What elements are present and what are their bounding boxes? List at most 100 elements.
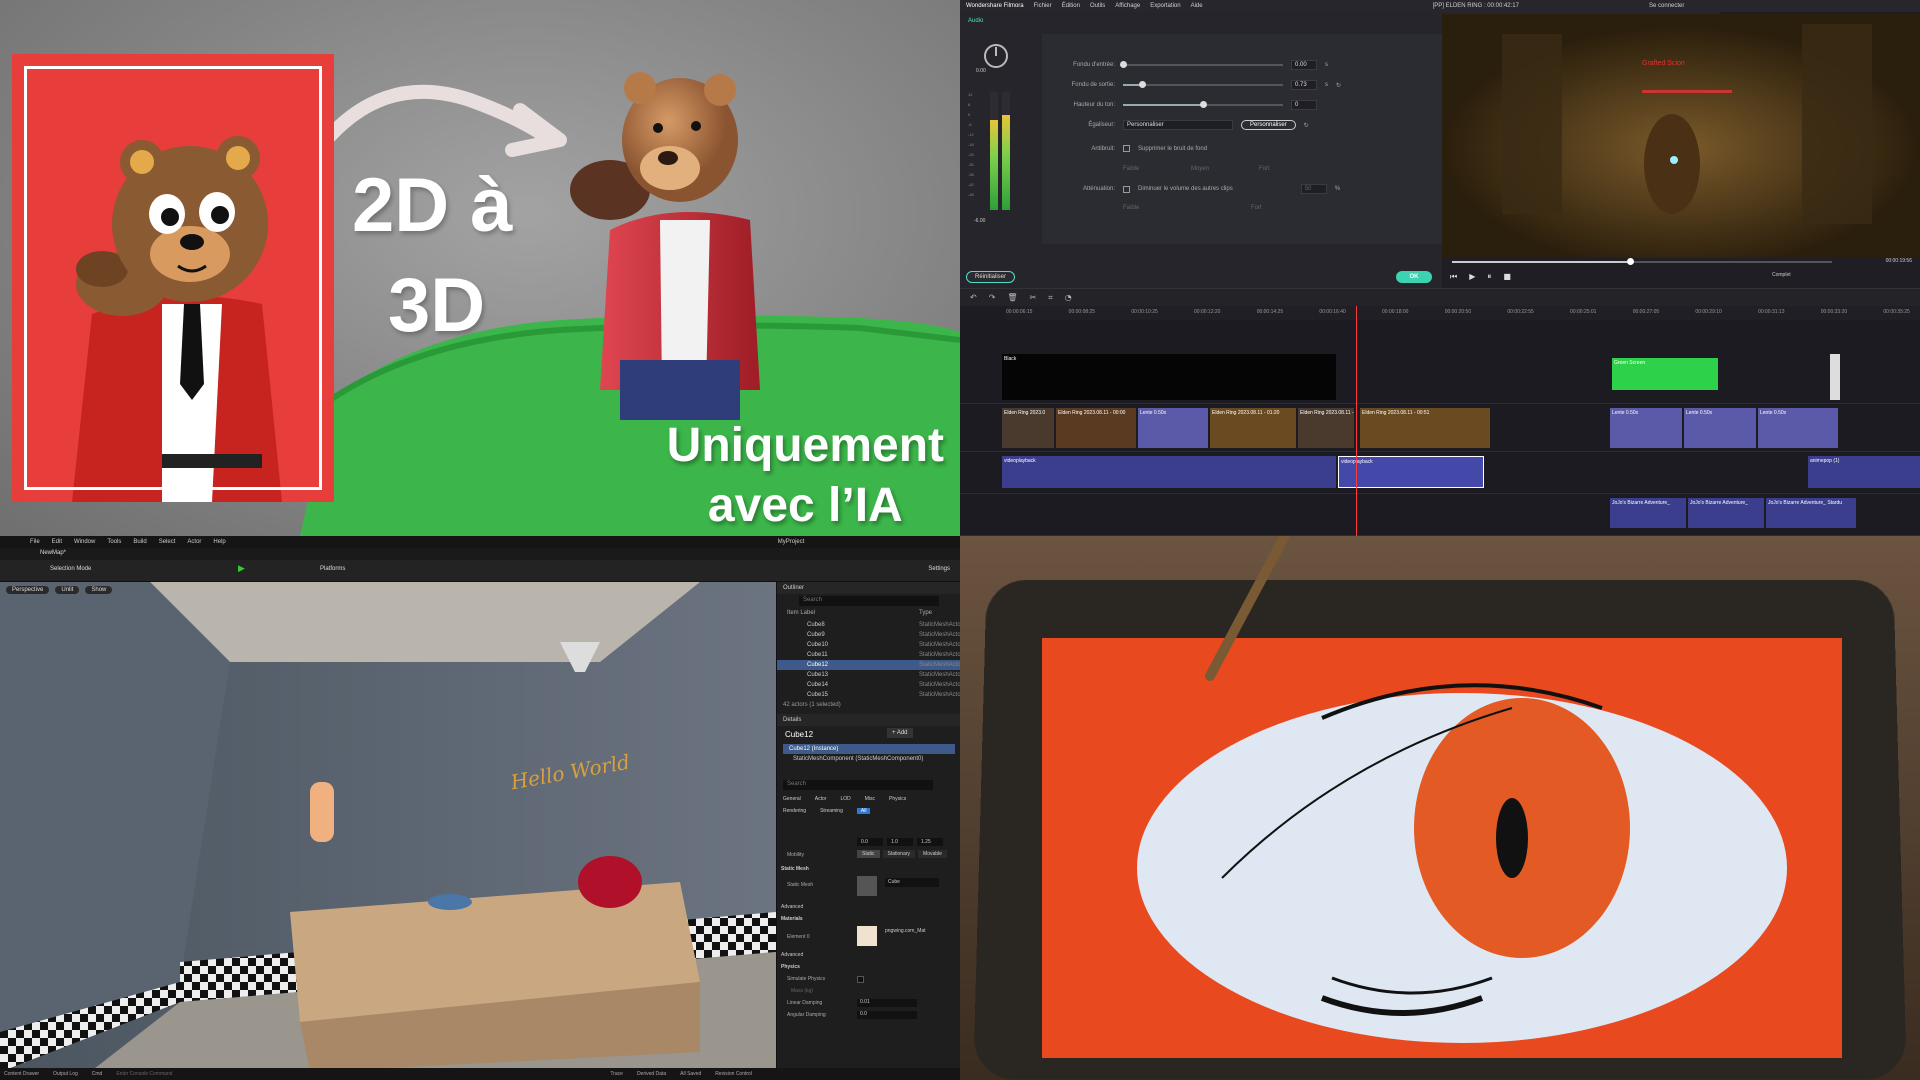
tab-general[interactable]: General <box>783 796 801 802</box>
add-component-button[interactable]: + Add <box>887 728 913 738</box>
section-physics[interactable]: Physics <box>781 964 800 970</box>
clip-video[interactable]: Elden Ring 2023.08.11 - 00:00 <box>1056 408 1136 448</box>
undo-icon[interactable]: ↶ <box>970 293 977 303</box>
clip-video[interactable]: Elden Ring 2023.0 <box>1002 408 1054 448</box>
menu-edit[interactable]: Edit <box>52 539 62 545</box>
static-mesh-select[interactable]: Cube <box>885 878 939 887</box>
scale-y[interactable]: 1.0 <box>887 838 913 846</box>
console-input[interactable]: Enter Console Command <box>116 1071 256 1077</box>
outliner-row[interactable]: Cube13 StaticMeshActor <box>777 670 960 680</box>
tab-actor[interactable]: Actor <box>815 796 827 802</box>
clip-video[interactable]: Lente 0.50x <box>1684 408 1756 448</box>
scale-x[interactable]: 0.0 <box>857 838 883 846</box>
cmd-select[interactable]: Cmd <box>92 1071 103 1077</box>
clip-video[interactable]: Lente 0.50x <box>1758 408 1838 448</box>
tab-lod[interactable]: LOD <box>840 796 850 802</box>
tab-misc[interactable]: Misc <box>865 796 875 802</box>
clip-green-screen[interactable]: Green Screen <box>1612 358 1718 390</box>
content-drawer-button[interactable]: Content Drawer <box>4 1071 39 1077</box>
timeline-playhead[interactable] <box>1356 306 1357 536</box>
play-icon[interactable]: ▶ <box>238 564 245 574</box>
preview-quality[interactable]: Complet <box>1772 272 1791 278</box>
prev-frame-icon[interactable]: ⏮ <box>1450 272 1457 282</box>
pitch-value[interactable]: 0 <box>1291 100 1317 110</box>
angular-damping-field[interactable]: 0.0 <box>857 1011 917 1019</box>
outliner-row-selected[interactable]: Cube12 StaticMeshActor <box>777 660 960 670</box>
mobility-static[interactable]: Static <box>857 850 880 858</box>
stop-icon[interactable]: ■ <box>1503 272 1511 282</box>
fade-out-slider[interactable] <box>1123 84 1283 86</box>
clip-video[interactable]: Elden Ring 2023.08.11 - 00:51 <box>1360 408 1490 448</box>
menu-help[interactable]: Help <box>213 539 225 545</box>
ducking-value[interactable]: 50 <box>1301 184 1327 194</box>
outliner-row[interactable]: Cube8 StaticMeshActor <box>777 620 960 630</box>
section-advanced2[interactable]: Advanced <box>781 952 803 958</box>
outliner-row[interactable]: Cube14 StaticMeshActor <box>777 680 960 690</box>
settings-menu[interactable]: Settings <box>928 566 950 572</box>
menu-file[interactable]: Fichier <box>1034 3 1052 9</box>
section-advanced[interactable]: Advanced <box>781 904 803 910</box>
simulate-physics-checkbox[interactable] <box>857 976 864 983</box>
clip-audio[interactable]: animepop (1) <box>1808 456 1920 488</box>
menu-tools[interactable]: Outils <box>1090 3 1105 9</box>
menu-view[interactable]: Affichage <box>1115 3 1140 9</box>
tab-physics[interactable]: Physics <box>889 796 906 802</box>
all-saved-status[interactable]: All Saved <box>680 1071 701 1077</box>
section-materials[interactable]: Materials <box>781 916 803 922</box>
perspective-button[interactable]: Perspective <box>6 586 49 594</box>
cut-icon[interactable]: ✂ <box>1030 293 1037 303</box>
ok-button[interactable]: OK <box>1396 271 1432 283</box>
ducking-checkbox[interactable] <box>1123 186 1130 193</box>
login-link[interactable]: Se connecter <box>1649 3 1684 9</box>
outliner-row[interactable]: Cube11 StaticMeshActor <box>777 650 960 660</box>
play-icon[interactable]: ▶ <box>1469 272 1475 282</box>
clip-audio[interactable]: videoplayback <box>1338 456 1484 488</box>
clip-video[interactable]: Lente 0.50x <box>1610 408 1682 448</box>
clip-video[interactable]: Lente 0.50x <box>1138 408 1208 448</box>
mode-select[interactable]: Selection Mode <box>50 566 91 572</box>
tab-audio[interactable]: Audio <box>968 18 983 24</box>
platforms-menu[interactable]: Platforms <box>320 566 345 572</box>
fade-in-value[interactable]: 0.00 <box>1291 60 1317 70</box>
details-search[interactable]: Search <box>783 780 933 790</box>
seek-handle[interactable] <box>1627 258 1634 265</box>
mobility-stationary[interactable]: Stationary <box>883 850 916 858</box>
instance-row[interactable]: Cube12 (Instance) <box>783 744 955 754</box>
output-log-button[interactable]: Output Log <box>53 1071 78 1077</box>
menu-edit[interactable]: Édition <box>1062 3 1080 9</box>
redo-icon[interactable]: ↷ <box>989 293 996 303</box>
clip-video[interactable]: Elden Ring 2023.08.11 - 01:23 <box>1298 408 1354 448</box>
tab-rendering[interactable]: Rendering <box>783 808 806 814</box>
fade-out-value[interactable]: 0.73 <box>1291 80 1317 90</box>
menu-build[interactable]: Build <box>133 539 146 545</box>
section-static-mesh[interactable]: Static Mesh <box>781 866 809 872</box>
outliner-search[interactable]: Search <box>799 596 939 606</box>
clip-music[interactable]: JoJo's Bizarre Adventure_ Stardu <box>1766 498 1856 528</box>
equalizer-button[interactable]: Personnaliser <box>1241 120 1296 130</box>
show-button[interactable]: Show <box>85 586 112 594</box>
scale-z[interactable]: 1.25 <box>917 838 943 846</box>
revision-control-button[interactable]: Revision Control <box>715 1071 752 1077</box>
menu-window[interactable]: Window <box>74 539 95 545</box>
clip-audio[interactable]: videoplayback <box>1002 456 1336 488</box>
delete-icon[interactable]: 🗑 <box>1007 293 1017 303</box>
speed-icon[interactable]: ◔ <box>1065 293 1072 303</box>
menu-select[interactable]: Select <box>159 539 176 545</box>
clip-music[interactable]: JoJo's Bizarre Adventure_ <box>1610 498 1686 528</box>
unlit-button[interactable]: Unlit <box>55 586 79 594</box>
menu-export[interactable]: Exportation <box>1150 3 1180 9</box>
trace-button[interactable]: Trace <box>610 1071 623 1077</box>
menu-help[interactable]: Aide <box>1191 3 1203 9</box>
reset-icon[interactable]: ↻ <box>1304 122 1309 129</box>
menu-actor[interactable]: Actor <box>187 539 201 545</box>
menu-tools[interactable]: Tools <box>107 539 121 545</box>
clip-video[interactable]: Elden Ring 2023.08.11 - 01:20 <box>1210 408 1296 448</box>
component-row[interactable]: StaticMeshComponent (StaticMeshComponent… <box>793 756 923 762</box>
clip-black[interactable]: Black <box>1002 354 1336 400</box>
tab-all[interactable]: All <box>857 808 871 814</box>
outliner-row[interactable]: Cube15 StaticMeshActor <box>777 690 960 700</box>
crop-icon[interactable]: ⌗ <box>1048 293 1053 303</box>
reset-icon[interactable]: ↻ <box>1336 82 1341 89</box>
tab-streaming[interactable]: Streaming <box>820 808 843 814</box>
denoise-checkbox[interactable] <box>1123 145 1130 152</box>
